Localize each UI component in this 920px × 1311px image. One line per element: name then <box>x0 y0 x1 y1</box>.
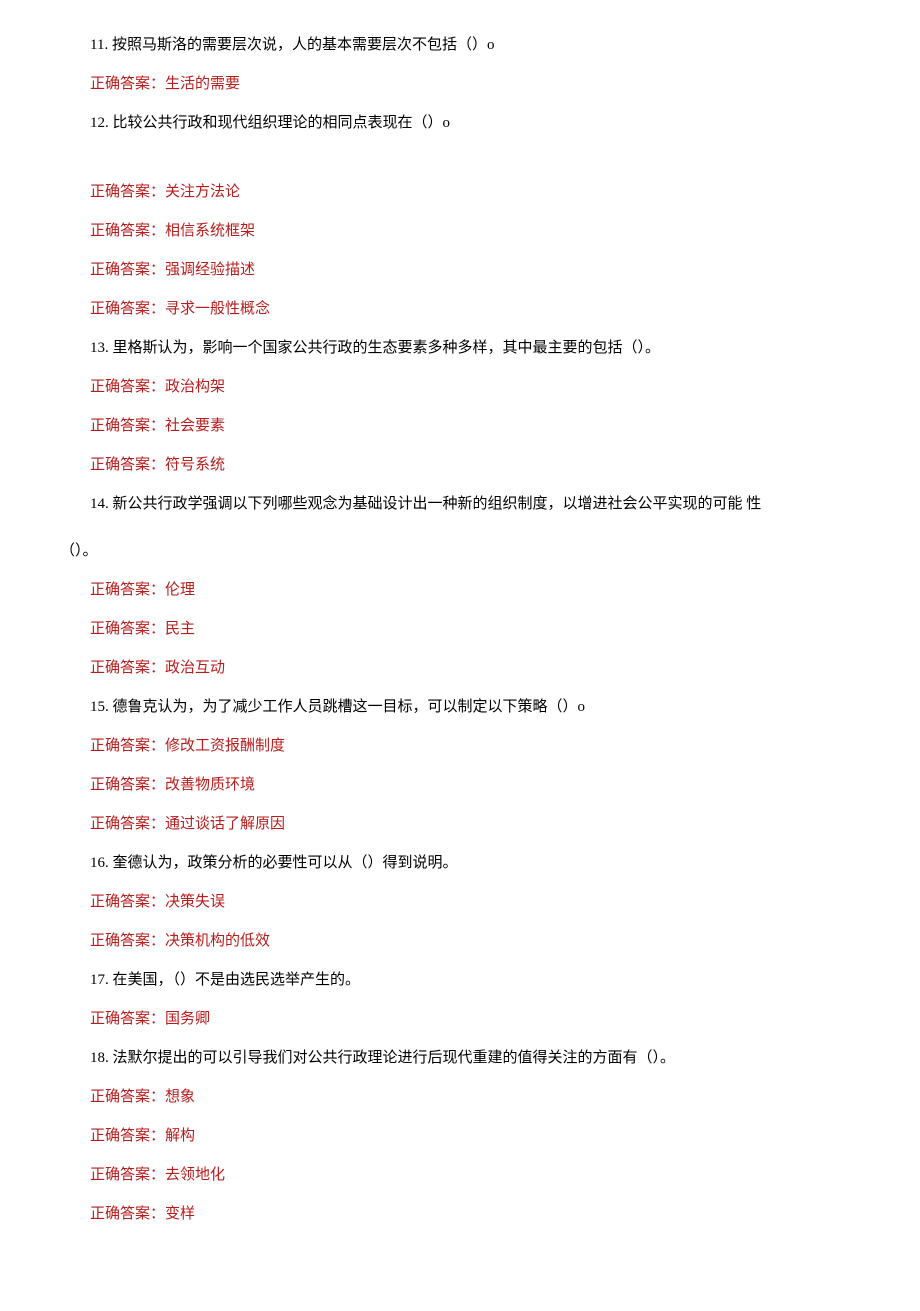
answer: 正确答案：变样 <box>60 1201 880 1228</box>
question-13: 13. 里格斯认为，影响一个国家公共行政的生态要素多种多样，其中最主要的包括（）… <box>60 335 880 362</box>
question-14: 14. 新公共行政学强调以下列哪些观念为基础设计出一种新的组织制度，以增进社会公… <box>60 491 880 565</box>
question-17: 17. 在美国，（）不是由选民选举产生的。 <box>60 967 880 994</box>
answer: 正确答案：关注方法论 <box>60 179 880 206</box>
answer: 正确答案：决策机构的低效 <box>60 928 880 955</box>
question-11: 11. 按照马斯洛的需要层次说，人的基本需要层次不包括（）o <box>60 32 880 59</box>
answer: 正确答案：决策失误 <box>60 889 880 916</box>
answer: 正确答案：伦理 <box>60 577 880 604</box>
answer: 正确答案：通过谈话了解原因 <box>60 811 880 838</box>
answer: 正确答案：修改工资报酬制度 <box>60 733 880 760</box>
answer: 正确答案：社会要素 <box>60 413 880 440</box>
answer: 正确答案：想象 <box>60 1084 880 1111</box>
answer: 正确答案：国务卿 <box>60 1006 880 1033</box>
answer: 正确答案：符号系统 <box>60 452 880 479</box>
answer: 正确答案：去领地化 <box>60 1162 880 1189</box>
answer: 正确答案：改善物质环境 <box>60 772 880 799</box>
answer: 正确答案：民主 <box>60 616 880 643</box>
question-15: 15. 德鲁克认为，为了减少工作人员跳槽这一目标，可以制定以下策略（）o <box>60 694 880 721</box>
answer: 正确答案：政治互动 <box>60 655 880 682</box>
answer: 正确答案：政治构架 <box>60 374 880 401</box>
question-text-line2: （）。 <box>60 538 880 565</box>
answer: 正确答案：生活的需要 <box>60 71 880 98</box>
answer: 正确答案：相信系统框架 <box>60 218 880 245</box>
answer: 正确答案：寻求一般性概念 <box>60 296 880 323</box>
spacer <box>60 149 880 167</box>
question-12: 12. 比较公共行政和现代组织理论的相同点表现在（）o <box>60 110 880 137</box>
question-18: 18. 法默尔提出的可以引导我们对公共行政理论进行后现代重建的值得关注的方面有（… <box>60 1045 880 1072</box>
question-16: 16. 奎德认为，政策分析的必要性可以从（）得到说明。 <box>60 850 880 877</box>
answer: 正确答案：强调经验描述 <box>60 257 880 284</box>
question-text-line1: 14. 新公共行政学强调以下列哪些观念为基础设计出一种新的组织制度，以增进社会公… <box>60 491 880 518</box>
answer: 正确答案：解构 <box>60 1123 880 1150</box>
document-content: 11. 按照马斯洛的需要层次说，人的基本需要层次不包括（）o 正确答案：生活的需要… <box>60 32 880 1228</box>
